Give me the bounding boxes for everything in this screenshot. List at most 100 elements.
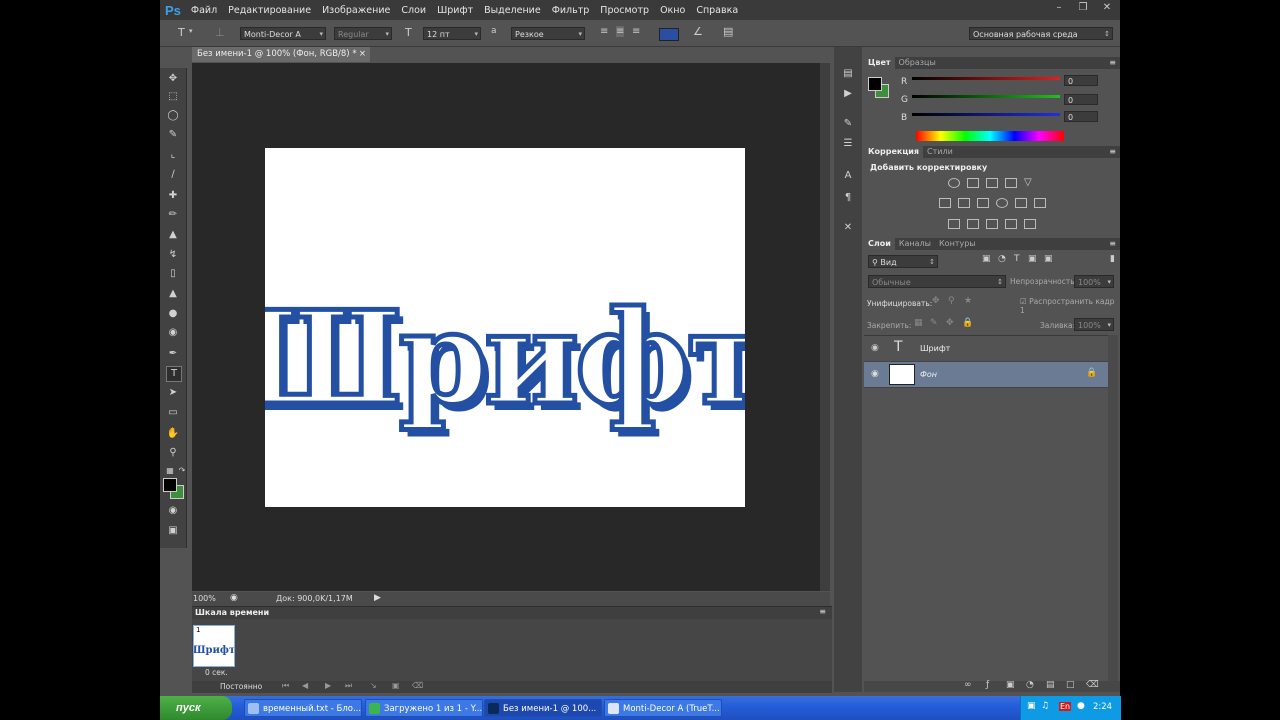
align-right-icon[interactable]: ≡ — [632, 26, 640, 37]
fill-input[interactable]: 100% ▾ — [1074, 318, 1114, 331]
quick-mask-icon[interactable]: ◉ — [166, 504, 180, 518]
menu-window[interactable]: Окно — [660, 5, 685, 16]
color-lookup-icon[interactable] — [1034, 198, 1046, 208]
type-tool-preset-icon[interactable]: T — [178, 26, 185, 39]
history-panel-icon[interactable]: ▤ — [841, 67, 855, 81]
selective-color-icon[interactable] — [1005, 219, 1017, 229]
text-color-swatch[interactable] — [659, 28, 679, 41]
new-layer-icon[interactable]: □ — [1066, 680, 1075, 690]
vertical-scrollbar[interactable] — [820, 63, 830, 591]
menu-image[interactable]: Изображение — [322, 5, 390, 16]
eye-icon[interactable]: ◉ — [871, 369, 879, 379]
lock-transparent-icon[interactable]: ▦ — [914, 318, 923, 328]
character-panel-strip-icon[interactable]: A — [841, 169, 855, 183]
channel-b-slider[interactable] — [912, 113, 1060, 116]
start-button[interactable]: пуск — [160, 696, 232, 720]
foreground-color-swatch[interactable] — [163, 478, 177, 492]
brightness-contrast-icon[interactable] — [948, 178, 960, 188]
crop-tool-icon[interactable]: ⌞ — [166, 148, 180, 162]
tab-channels[interactable]: Каналы — [895, 238, 935, 250]
filter-adjustment-icon[interactable]: ◔ — [998, 254, 1006, 264]
clone-stamp-tool-icon[interactable]: ▲ — [166, 228, 180, 242]
taskbar-font-viewer[interactable]: Monti-Decor A (TrueT... — [604, 699, 722, 717]
antialias-select[interactable]: Резкое ▾ — [511, 27, 585, 40]
move-tool-icon[interactable]: ✥ — [166, 72, 180, 86]
filter-smart-icon[interactable]: ▣ — [1044, 254, 1053, 264]
warp-text-icon[interactable]: ∠ — [693, 25, 703, 38]
character-panel-icon[interactable]: ▤ — [723, 25, 733, 38]
photo-filter-icon[interactable] — [996, 198, 1008, 208]
layer-row-text[interactable]: ◉ T Шрифт — [864, 336, 1108, 362]
color-balance-icon[interactable] — [958, 198, 970, 208]
zoom-level[interactable]: 100% — [193, 594, 216, 603]
frame-delay[interactable]: 0 сек. — [205, 668, 228, 677]
layer-style-icon[interactable]: ƒ — [986, 680, 989, 690]
healing-brush-tool-icon[interactable]: ✚ — [166, 189, 180, 203]
levels-icon[interactable] — [967, 178, 979, 188]
blend-mode-select[interactable]: Обычные ↕ — [868, 275, 1006, 288]
align-left-icon[interactable]: ≡ — [600, 26, 608, 37]
eyedropper-tool-icon[interactable]: ∕ — [166, 168, 180, 182]
black-white-icon[interactable] — [977, 198, 989, 208]
channel-b-input[interactable]: 0 — [1064, 111, 1098, 122]
status-arrow-icon[interactable]: ▶ — [374, 593, 381, 603]
link-layers-icon[interactable]: ∞ — [964, 680, 972, 690]
first-frame-icon[interactable]: ⏮ — [282, 681, 289, 691]
close-tab-icon[interactable]: × — [359, 47, 366, 62]
invert-icon[interactable] — [948, 219, 960, 229]
prev-frame-icon[interactable]: ◀ — [302, 681, 308, 690]
brush-panel-icon[interactable]: ✎ — [841, 117, 855, 131]
menu-help[interactable]: Справка — [696, 5, 738, 16]
delete-frame-icon[interactable]: ⌫ — [412, 681, 423, 690]
brush-tool-icon[interactable]: ✏ — [166, 208, 180, 222]
pen-tool-icon[interactable]: ✒ — [166, 347, 180, 361]
posterize-icon[interactable] — [967, 219, 979, 229]
add-mask-icon[interactable]: ▣ — [1006, 680, 1015, 690]
tool-presets-icon[interactable]: ✕ — [841, 221, 855, 235]
font-style-select[interactable]: Regular ▾ — [334, 27, 392, 40]
menu-view[interactable]: Просмотр — [600, 5, 649, 16]
tab-color[interactable]: Цвет — [864, 57, 895, 69]
timeline-frame[interactable]: 1 Шрифт — [193, 625, 235, 667]
new-adjustment-icon[interactable]: ◔ — [1026, 680, 1034, 690]
panel-menu-icon[interactable]: ≡ — [1109, 238, 1116, 250]
play-icon[interactable]: ▶ — [325, 681, 331, 690]
menu-type[interactable]: Шрифт — [437, 5, 473, 16]
panel-menu-icon[interactable]: ≡ — [819, 607, 826, 616]
zoom-tool-icon[interactable]: ⚲ — [166, 446, 180, 460]
layers-scrollbar[interactable] — [1108, 335, 1118, 681]
loop-select[interactable]: Постоянно — [220, 682, 262, 691]
menu-edit[interactable]: Редактирование — [228, 5, 311, 16]
tray-app-icon[interactable]: ● — [1077, 701, 1085, 711]
lasso-tool-icon[interactable]: ◯ — [166, 109, 180, 123]
gradient-map-icon[interactable] — [1024, 219, 1036, 229]
color-ramp[interactable] — [916, 131, 1064, 141]
tween-icon[interactable]: ↘ — [370, 681, 377, 690]
filter-type-icon[interactable]: T — [1014, 254, 1020, 264]
eye-icon[interactable]: ◉ — [871, 343, 879, 353]
lock-all-icon[interactable]: 🔒 — [962, 318, 973, 328]
screen-mode-icon[interactable]: ▣ — [166, 524, 180, 538]
actions-panel-icon[interactable]: ▶ — [841, 87, 855, 101]
document-canvas[interactable]: Шрифт Шрифт — [238, 148, 772, 507]
duplicate-frame-icon[interactable]: ▣ — [392, 681, 400, 690]
paint-bucket-tool-icon[interactable]: ▲ — [166, 287, 180, 301]
color-fg-swatch[interactable] — [868, 77, 882, 91]
opacity-input[interactable]: 100% ▾ — [1074, 275, 1114, 288]
document-tab[interactable]: Без имени-1 @ 100% (Фон, RGB/8) * × — [192, 47, 370, 62]
delete-layer-icon[interactable]: ⌫ — [1086, 680, 1099, 690]
panel-menu-icon[interactable]: ≡ — [1109, 57, 1116, 69]
lock-position-icon[interactable]: ✥ — [946, 318, 954, 328]
channel-g-input[interactable]: 0 — [1064, 94, 1098, 105]
filter-shape-icon[interactable]: ▣ — [1028, 254, 1037, 264]
channel-r-input[interactable]: 0 — [1064, 75, 1098, 86]
quick-selection-tool-icon[interactable]: ✎ — [166, 128, 180, 142]
hand-tool-icon[interactable]: ✋ — [166, 427, 180, 441]
brush-presets-icon[interactable]: ☰ — [841, 137, 855, 151]
taskbar-downloads[interactable]: Загружено 1 из 1 - Y... — [365, 699, 483, 717]
curves-icon[interactable] — [986, 178, 998, 188]
history-brush-tool-icon[interactable]: ↯ — [166, 248, 180, 262]
minimize-icon[interactable]: – — [1050, 2, 1068, 14]
workspace-select[interactable]: Основная рабочая среда ↕ — [969, 27, 1113, 40]
channel-r-slider[interactable] — [912, 77, 1060, 80]
